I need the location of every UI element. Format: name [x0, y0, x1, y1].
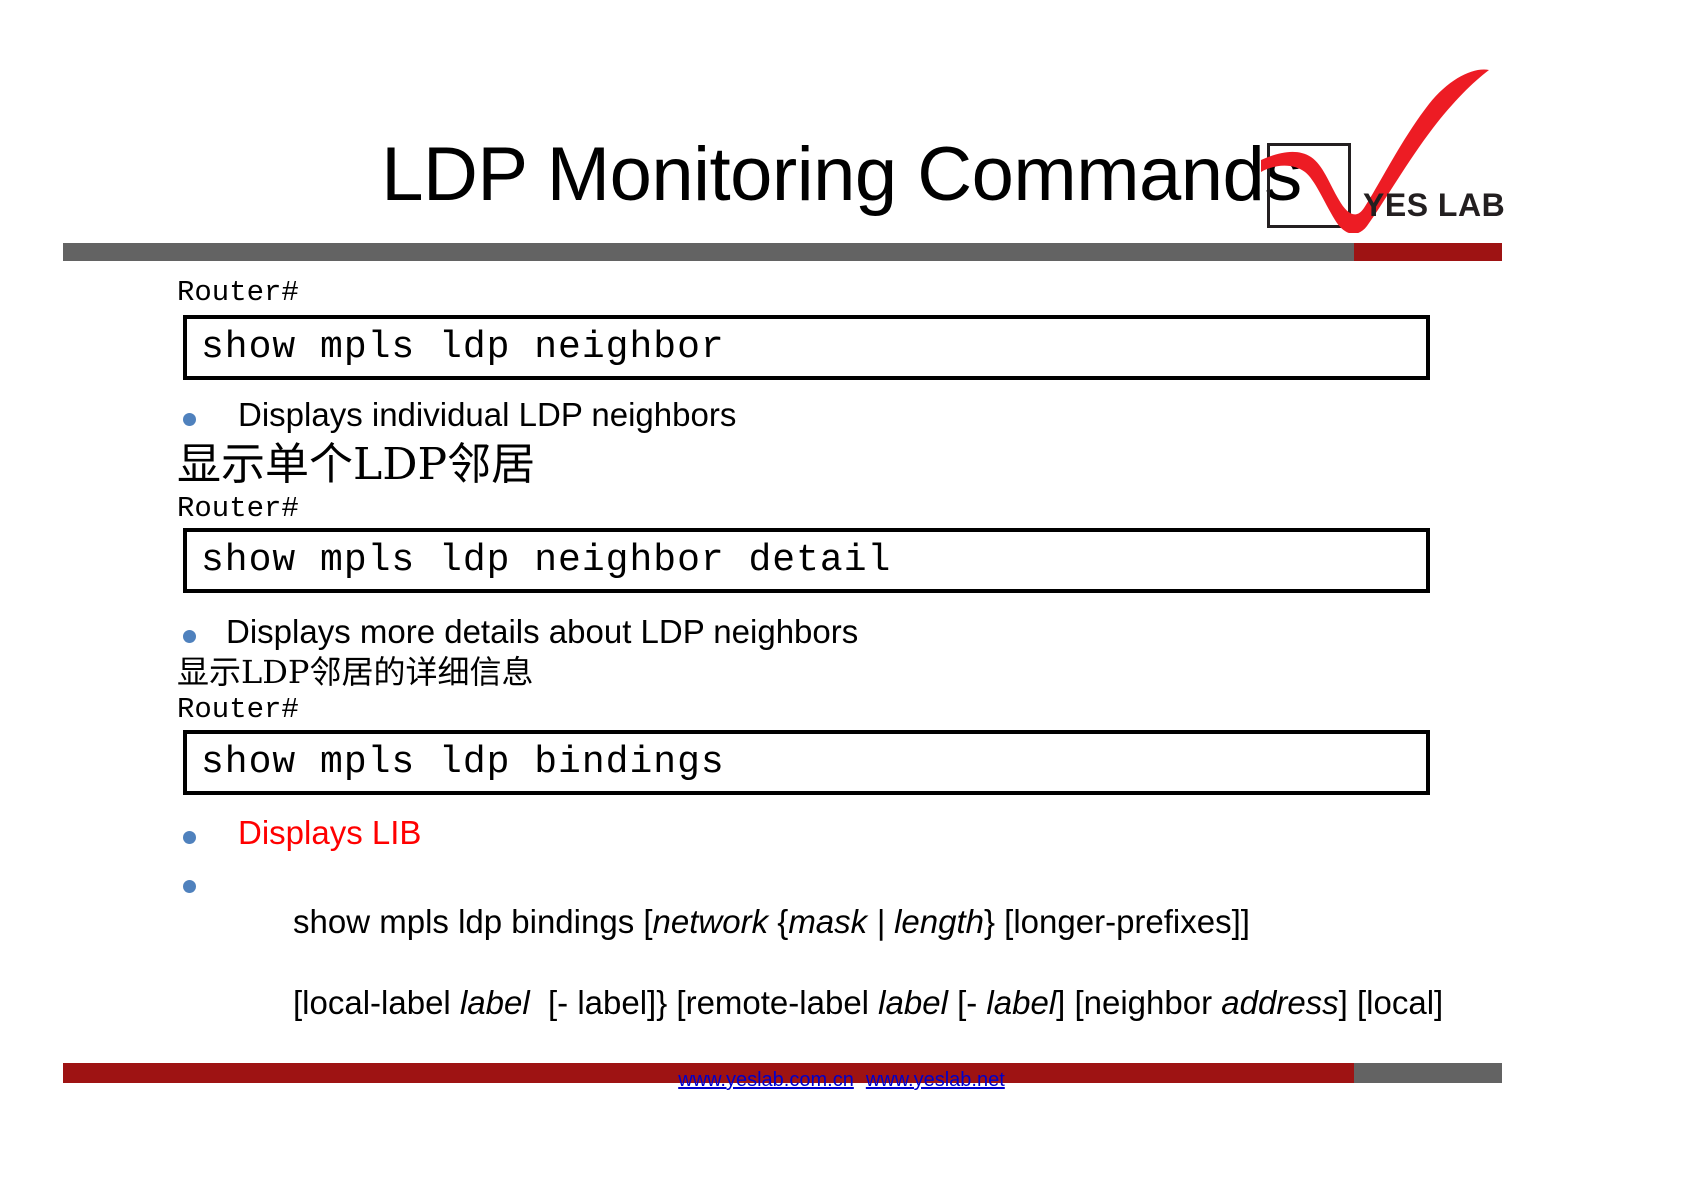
footer-link-yeslab-com-cn[interactable]: www.yeslab.com.cn	[678, 1069, 854, 1091]
syntax-l2-e: ] [local]	[1338, 983, 1444, 1021]
syntax-l1-i-masklength: mask | length	[788, 903, 984, 941]
prompt-1: Router#	[177, 276, 299, 309]
command-box-2: show mpls ldp neighbor detail	[183, 528, 1430, 593]
command-box-1: show mpls ldp neighbor	[183, 315, 1430, 380]
translation-1: 显示单个LDP邻居	[177, 439, 536, 490]
bullet-syntax: show mpls ldp bindings [network {mask | …	[183, 862, 1503, 1063]
prompt-2: Router#	[177, 492, 299, 525]
prompt-3: Router#	[177, 693, 299, 726]
syntax-l1-i-network: network	[652, 903, 769, 941]
bullet-text-2: Displays more details about LDP neighbor…	[226, 613, 859, 650]
bullet-dot-icon	[183, 880, 196, 893]
syntax-l2-i-address: address	[1221, 983, 1339, 1021]
syntax-l1-c: } [longer-prefixes]]	[983, 903, 1250, 941]
bullet-text-3: Displays LIB	[238, 814, 422, 851]
syntax-l2-d: ] [neighbor	[1056, 983, 1222, 1021]
translation-2: 显示LDP邻居的详细信息	[177, 653, 534, 691]
syntax-l1-b: {	[768, 903, 789, 941]
command-text-3: show mpls ldp bindings	[201, 741, 725, 784]
bullet-1: Displays individual LDP neighbors	[183, 395, 1433, 435]
bullet-dot-icon	[183, 831, 196, 844]
syntax-l2-b: [- label]} [remote-label	[529, 983, 879, 1021]
bullet-dot-icon	[183, 630, 196, 643]
syntax-l2-i-label2: label	[878, 983, 948, 1021]
slide-root: LDP Monitoring Commands YES LAB Router# …	[0, 0, 1683, 1190]
footer-link-yeslab-net[interactable]: www.yeslab.net	[866, 1069, 1005, 1091]
logo-text: YES LAB	[1363, 187, 1506, 223]
yes-lab-logo: YES LAB	[1261, 69, 1507, 235]
command-text-1: show mpls ldp neighbor	[201, 326, 725, 369]
bullet-text-1: Displays individual LDP neighbors	[238, 396, 737, 433]
syntax-l2-c: [-	[947, 983, 987, 1021]
logo-square-icon	[1267, 143, 1351, 228]
header-bar-gray	[63, 243, 1354, 261]
bullet-2: Displays more details about LDP neighbor…	[183, 612, 1433, 652]
bullet-text-syntax: show mpls ldp bindings [network {mask | …	[238, 862, 1443, 1063]
syntax-l1-a: show mpls ldp bindings [	[293, 903, 653, 941]
syntax-l2-i-label1: label	[459, 983, 530, 1021]
command-text-2: show mpls ldp neighbor detail	[201, 539, 892, 582]
bullet-3: Displays LIB	[183, 813, 1433, 853]
bullet-dot-icon	[183, 413, 196, 426]
command-box-3: show mpls ldp bindings	[183, 730, 1430, 795]
footer-links: www.yeslab.com.cn www.yeslab.net	[0, 1065, 1683, 1095]
syntax-l2-i-label3: label	[986, 983, 1057, 1021]
syntax-l2-a: [local-label	[293, 983, 460, 1021]
header-bar-red	[1354, 243, 1502, 261]
